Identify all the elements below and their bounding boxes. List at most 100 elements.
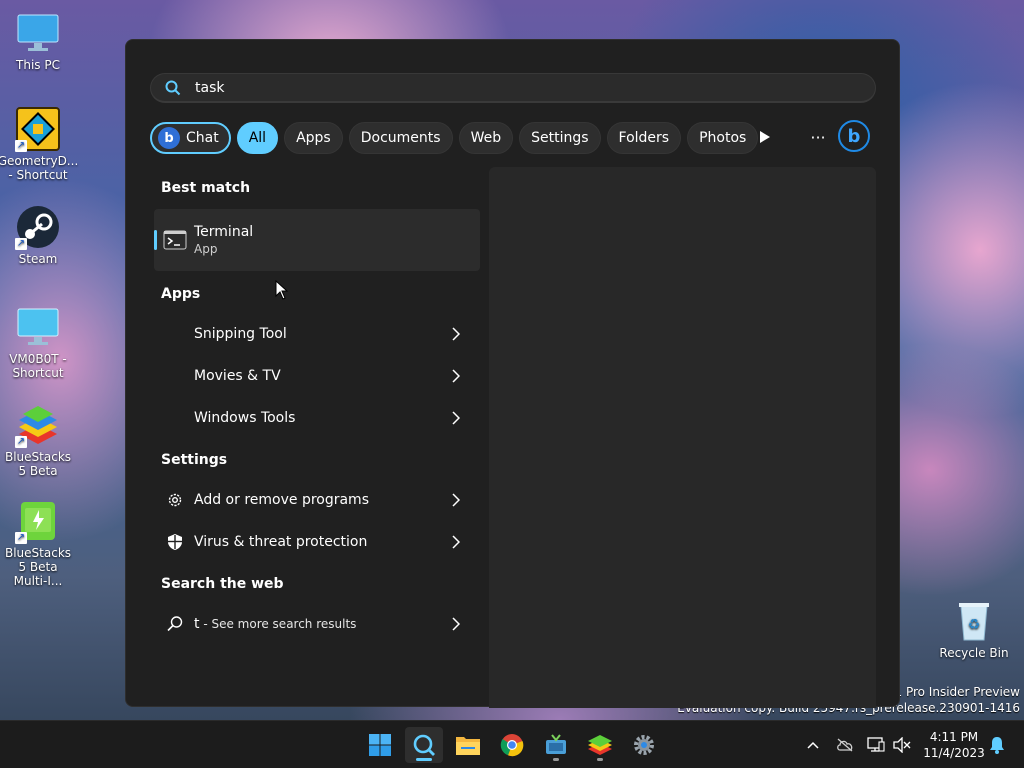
shortcut-arrow-icon: ↗: [15, 238, 27, 250]
bluestacks-icon: [588, 735, 612, 755]
bing-icon[interactable]: b: [838, 120, 870, 152]
taskbar-file-explorer[interactable]: [449, 727, 487, 763]
search-input[interactable]: [195, 79, 795, 96]
monitor-icon: [15, 10, 61, 56]
desktop-icon-bluestacks[interactable]: ↗ BlueStacks 5 Beta: [0, 402, 76, 478]
chevron-right-icon: [452, 617, 460, 631]
watermark-edition: 11 Pro Insider Preview: [886, 685, 1020, 699]
taskbar-bluestacks[interactable]: [581, 727, 619, 763]
notifications-button[interactable]: [987, 735, 1007, 755]
section-settings: Settings: [161, 452, 228, 468]
desktop-icon-this-pc[interactable]: This PC: [0, 10, 76, 72]
shield-icon: [168, 534, 182, 550]
taskbar-settings[interactable]: [625, 727, 663, 763]
chevron-right-icon: [452, 327, 460, 341]
recycle-bin-icon: ♻: [951, 598, 997, 644]
desktop-icon-label: This PC: [16, 58, 60, 72]
mouse-cursor-icon: [275, 280, 289, 300]
search-panel: bChat All Apps Documents Web Settings Fo…: [125, 39, 900, 708]
search-icon: [413, 734, 435, 756]
desktop-icon-geometry-dash[interactable]: ↗ GeometryD... - Shortcut: [0, 106, 79, 182]
web-suffix: - See more search results: [199, 617, 357, 631]
chevron-right-icon: [452, 369, 460, 383]
shortcut-arrow-icon: ↗: [15, 140, 27, 152]
filter-chat[interactable]: b Chat: [150, 122, 231, 154]
bluestacks-icon: ↗: [15, 402, 61, 448]
chrome-icon: [500, 734, 524, 757]
desktop-icon-recycle-bin[interactable]: ♻ Recycle Bin: [936, 598, 1012, 660]
taskbar-chrome[interactable]: [493, 727, 531, 763]
search-box[interactable]: [150, 73, 876, 103]
filter-documents[interactable]: Documents: [348, 122, 453, 154]
folder-icon: [456, 737, 480, 755]
shortcut-arrow-icon: ↗: [15, 532, 27, 544]
gear-icon: [168, 493, 182, 507]
filter-all[interactable]: All: [236, 122, 279, 154]
filter-folders[interactable]: Folders: [606, 122, 682, 154]
chevron-right-icon: [452, 493, 460, 507]
selection-indicator: [154, 230, 157, 250]
filter-settings[interactable]: Settings: [519, 122, 601, 154]
chevron-right-icon: [452, 535, 460, 549]
svg-text:♻: ♻: [968, 617, 981, 633]
result-virus-threat-protection[interactable]: Virus & threat protection: [154, 522, 480, 562]
clock-date: 11/4/2023: [923, 746, 985, 760]
volume-muted-icon: [893, 737, 911, 753]
taskbar: 4:11 PM 11/4/2023: [0, 720, 1024, 768]
filter-photos[interactable]: Photos: [687, 122, 759, 154]
search-icon: [167, 616, 183, 632]
desktop-icon-label: Steam: [18, 252, 58, 266]
desktop-icon-label: GeometryD... - Shortcut: [0, 154, 79, 182]
volume-status[interactable]: [892, 735, 912, 755]
result-web-search[interactable]: t - See more search results: [154, 604, 480, 644]
geometry-dash-icon: ↗: [15, 106, 61, 152]
running-indicator: [553, 758, 559, 761]
desktop-icon-label: Recycle Bin: [939, 646, 1009, 660]
filter-apps[interactable]: Apps: [284, 122, 343, 154]
network-icon: [867, 737, 885, 752]
result-movies-tv[interactable]: Movies & TV: [154, 356, 480, 396]
shortcut-arrow-icon: ↗: [15, 436, 27, 448]
desktop-icon-label: BlueStacks 5 Beta Multi-I...: [4, 546, 72, 588]
chevron-right-icon: [452, 411, 460, 425]
result-type: App: [194, 242, 218, 256]
windows-logo-icon: [369, 734, 391, 756]
taskbar-search-button[interactable]: [405, 727, 443, 763]
result-windows-tools[interactable]: Windows Tools: [154, 398, 480, 438]
desktop-icon-label: BlueStacks 5 Beta: [4, 450, 72, 478]
result-terminal-text: Terminal App: [194, 223, 253, 257]
result-terminal[interactable]: Terminal App: [154, 209, 480, 271]
cloud-off-icon: [837, 738, 853, 752]
desktop-icon-vm0b0t[interactable]: VM0B0T - Shortcut: [0, 304, 76, 380]
scroll-filters-right-icon[interactable]: [756, 128, 774, 146]
system-clock[interactable]: 4:11 PM 11/4/2023: [922, 729, 986, 761]
monitor-icon: [15, 304, 61, 350]
desktop-icon-steam[interactable]: ↗ Steam: [0, 204, 76, 266]
section-apps: Apps: [161, 286, 201, 302]
steam-icon: ↗: [15, 204, 61, 250]
more-options-icon[interactable]: ···: [806, 128, 830, 147]
desktop-icon-bluestacks-multi[interactable]: ↗ BlueStacks 5 Beta Multi-I...: [0, 498, 76, 588]
gear-icon: [634, 735, 654, 755]
filter-web[interactable]: Web: [458, 122, 514, 154]
network-status[interactable]: [866, 735, 886, 755]
desktop-icon-label: VM0B0T - Shortcut: [9, 352, 67, 380]
section-best-match: Best match: [161, 180, 251, 196]
result-name: Terminal: [194, 224, 254, 240]
start-button[interactable]: [361, 727, 399, 763]
bing-chat-icon: b: [158, 127, 180, 149]
show-hidden-icons-button[interactable]: [803, 735, 823, 755]
section-search-the-web: Search the web: [161, 576, 284, 592]
chat-app-icon: [546, 734, 566, 754]
chevron-up-icon: [807, 741, 819, 749]
result-snipping-tool[interactable]: Snipping Tool: [154, 314, 480, 354]
preview-pane: [489, 167, 876, 708]
terminal-icon: [163, 228, 187, 252]
onedrive-status[interactable]: [835, 735, 855, 755]
taskbar-chat-app[interactable]: [537, 727, 575, 763]
running-indicator: [597, 758, 603, 761]
bell-icon: [990, 737, 1004, 754]
result-add-remove-programs[interactable]: Add or remove programs: [154, 480, 480, 520]
clock-time: 4:11 PM: [929, 730, 979, 744]
active-indicator: [416, 758, 432, 761]
